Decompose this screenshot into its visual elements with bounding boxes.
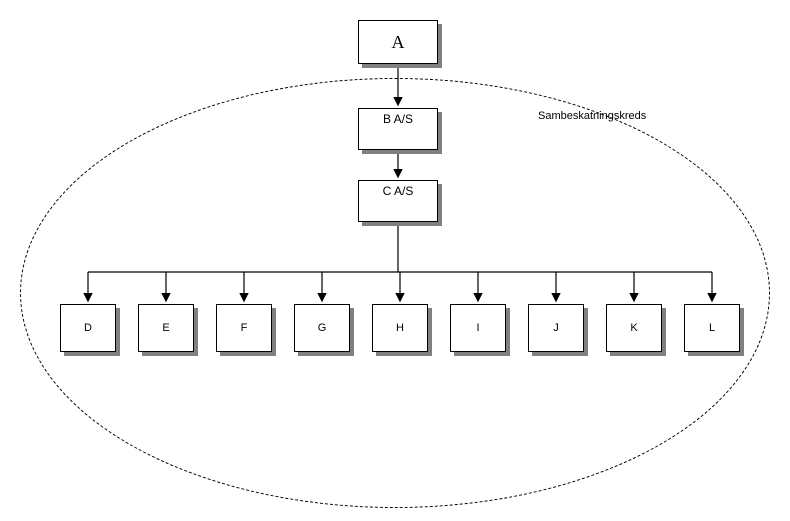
- diagram-stage: Sambeskatningskreds A B A/S C A/S D E: [0, 0, 790, 521]
- node-l-label: L: [709, 322, 715, 334]
- node-h-label: H: [396, 322, 404, 334]
- node-k-label: K: [630, 322, 637, 334]
- group-ellipse-label: Sambeskatningskreds: [538, 110, 646, 122]
- node-i-label: I: [476, 322, 479, 334]
- node-f-label: F: [241, 322, 248, 334]
- node-j-label: J: [553, 322, 559, 334]
- node-g-label: G: [318, 322, 327, 334]
- node-a-label: A: [392, 32, 405, 53]
- node-b-label: B A/S: [383, 112, 413, 126]
- node-d-label: D: [84, 322, 92, 334]
- node-c-label: C A/S: [383, 184, 414, 198]
- node-e-label: E: [162, 322, 169, 334]
